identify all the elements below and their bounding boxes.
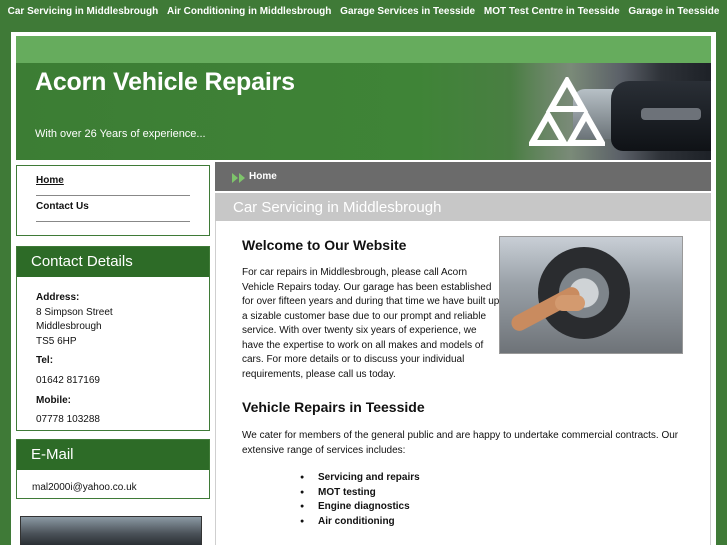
repairs-heading: Vehicle Repairs in Teesside: [242, 399, 425, 415]
page-container: Acorn Vehicle Repairs With over 26 Years…: [11, 32, 716, 545]
sidebar-item-contact-us[interactable]: Contact Us: [36, 196, 190, 222]
address-line: 8 Simpson Street: [36, 306, 113, 318]
tel-label: Tel:: [36, 355, 54, 367]
page-heading-bar: Car Servicing in Middlesbrough: [215, 193, 711, 221]
list-item: Air conditioning: [300, 515, 420, 530]
mobile-number: 07778 103288: [36, 414, 100, 426]
top-nav-air-conditioning[interactable]: Air Conditioning in Middlesbrough: [167, 6, 331, 17]
address-line: TS5 6HP: [36, 335, 77, 347]
top-nav-garage[interactable]: Garage in Teesside: [628, 6, 719, 17]
site-title[interactable]: Acorn Vehicle Repairs: [35, 68, 295, 97]
contact-details-panel: Contact Details Address: 8 Simpson Stree…: [16, 246, 210, 431]
top-nav-car-servicing[interactable]: Car Servicing in Middlesbrough: [8, 6, 159, 17]
tyre-photo-hand: [555, 295, 585, 311]
email-address[interactable]: mal2000i@yahoo.co.uk: [17, 470, 209, 505]
list-item: MOT testing: [300, 486, 420, 501]
mobile-label: Mobile:: [36, 394, 71, 406]
tel-number: 01642 817169: [36, 374, 100, 386]
list-item: Servicing and repairs: [300, 471, 420, 486]
top-nav-garage-services[interactable]: Garage Services in Teesside: [340, 6, 475, 17]
side-navigation: Home Contact Us: [16, 165, 210, 236]
welcome-paragraph: For car repairs in Middlesbrough, please…: [242, 267, 500, 380]
email-panel: E-Mail mal2000i@yahoo.co.uk: [16, 439, 210, 499]
services-list: Servicing and repairs MOT testing Engine…: [300, 471, 420, 530]
address-line: Middlesbrough: [36, 321, 102, 333]
double-arrow-icon: [232, 173, 245, 183]
mot-triangles-logo: [529, 77, 605, 146]
address-label: Address:: [36, 292, 80, 303]
contact-details-heading: Contact Details: [17, 247, 209, 277]
welcome-heading: Welcome to Our Website: [242, 237, 407, 253]
sidebar-item-home[interactable]: Home: [36, 170, 190, 196]
tyre-photo-wheel: [538, 247, 630, 339]
list-item: Engine diagnostics: [300, 500, 420, 515]
top-navigation: Car Servicing in Middlesbrough Air Condi…: [0, 0, 727, 32]
email-heading: E-Mail: [17, 440, 209, 470]
site-tagline: With over 26 Years of experience...: [35, 128, 206, 140]
engine-photo: [20, 516, 202, 545]
sidebar: Home Contact Us Contact Details Address:…: [16, 165, 210, 545]
breadcrumb-home[interactable]: Home: [249, 171, 277, 182]
repairs-paragraph: We cater for members of the general publ…: [242, 430, 679, 456]
car-photo-grille: [641, 108, 701, 120]
header-accent-bar: [16, 36, 711, 63]
page-title: Car Servicing in Middlesbrough: [233, 199, 442, 216]
breadcrumb: Home: [215, 162, 711, 191]
site-header: Acorn Vehicle Repairs With over 26 Years…: [16, 63, 711, 160]
top-nav-mot-test[interactable]: MOT Test Centre in Teesside: [484, 6, 620, 17]
tyre-photo: [499, 236, 683, 354]
main-content: Welcome to Our Website For car repairs i…: [215, 221, 711, 545]
